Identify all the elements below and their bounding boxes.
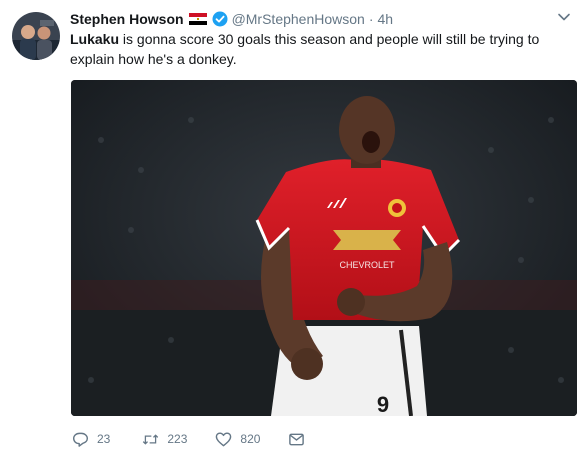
chevron-down-icon[interactable]	[557, 10, 571, 24]
tweet-photo[interactable]: CHEVROLET 9	[71, 80, 577, 416]
heart-icon	[216, 431, 232, 446]
header-separator: ·	[368, 11, 374, 27]
author-handle[interactable]: @MrStephenHowson	[232, 11, 365, 27]
retweet-icon	[143, 433, 159, 445]
reply-icon	[72, 432, 89, 447]
like-button[interactable]: 820	[215, 431, 260, 448]
shirt-number-text: 9	[377, 392, 389, 416]
tweet-text-body: is gonna score 30 goals this season and …	[70, 31, 540, 67]
direct-message-button[interactable]	[288, 431, 305, 448]
egypt-flag-icon	[188, 13, 207, 25]
verified-badge-icon	[212, 11, 228, 27]
envelope-icon	[289, 433, 305, 445]
tweet-actions: 23 223 820	[70, 429, 305, 449]
author-avatar[interactable]	[12, 12, 60, 60]
like-count: 820	[240, 432, 261, 446]
tweet-timestamp[interactable]: 4h	[378, 11, 394, 27]
reply-count: 23	[97, 432, 111, 446]
tweet-text: Lukaku is gonna score 30 goals this seas…	[70, 29, 560, 69]
avatar-image	[12, 12, 60, 60]
tweet-header: Stephen Howson @MrStephenHowson · 4h	[70, 9, 551, 29]
retweet-count: 223	[167, 432, 188, 446]
jersey-sponsor-text: CHEVROLET	[339, 260, 395, 270]
author-name[interactable]: Stephen Howson	[70, 11, 184, 27]
reply-button[interactable]: 23	[72, 431, 110, 448]
retweet-button[interactable]: 223	[142, 431, 187, 448]
tweet-text-mention[interactable]: Lukaku	[70, 31, 119, 47]
player-celebration-image: CHEVROLET 9	[71, 80, 577, 416]
